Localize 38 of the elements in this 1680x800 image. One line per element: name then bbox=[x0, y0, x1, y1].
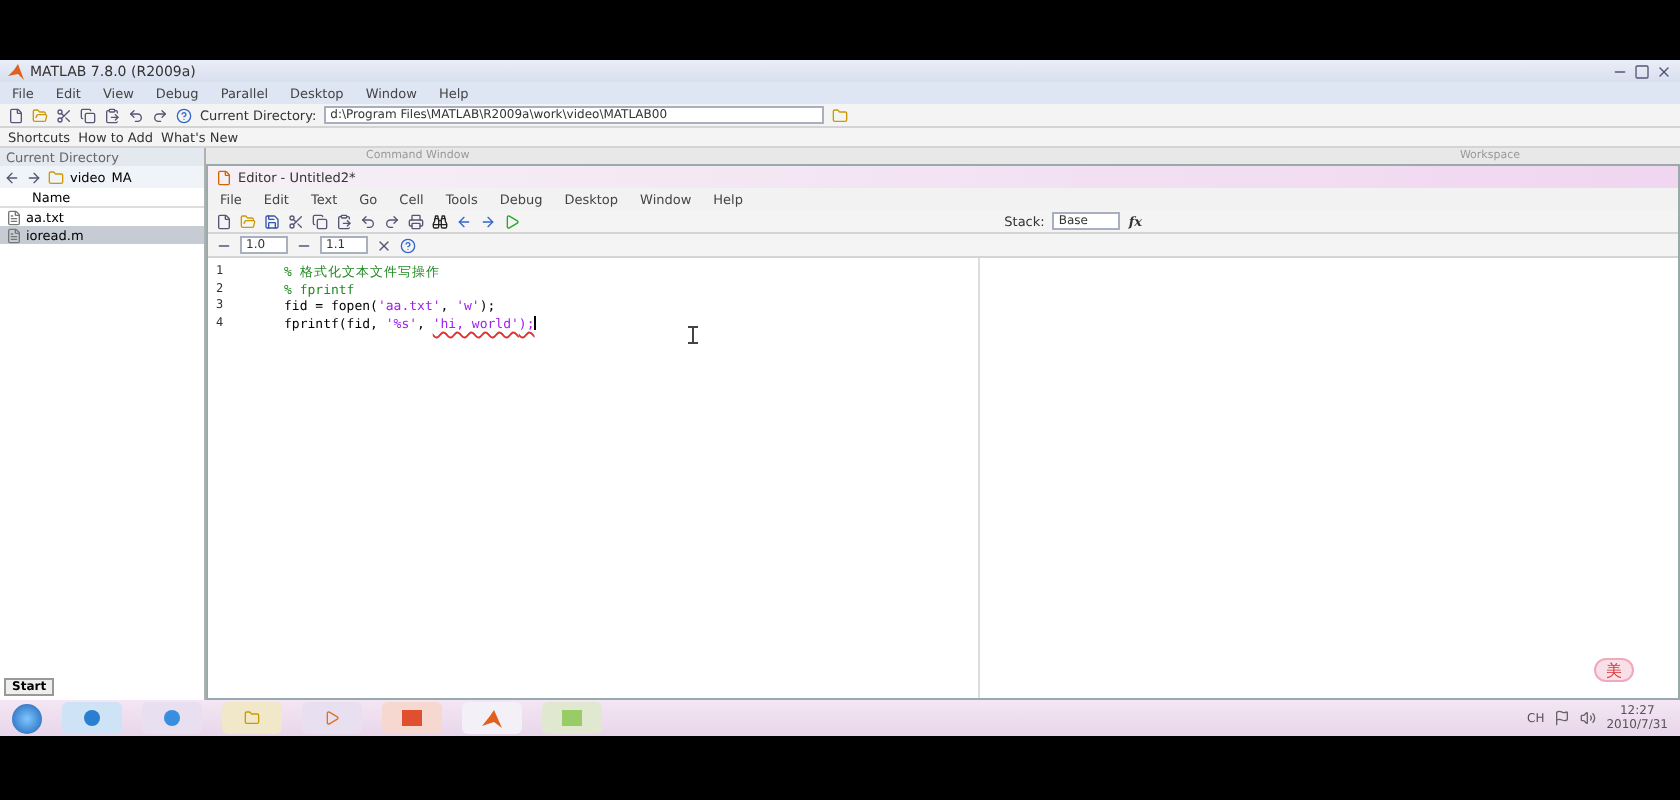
cut-icon[interactable] bbox=[56, 107, 72, 123]
copy-icon[interactable] bbox=[80, 107, 96, 123]
taskbar-app-icon[interactable] bbox=[142, 702, 202, 734]
back-icon[interactable] bbox=[456, 213, 472, 229]
save-icon[interactable] bbox=[264, 213, 280, 229]
help-icon[interactable] bbox=[176, 107, 192, 123]
folder-icon bbox=[244, 710, 260, 726]
back-icon[interactable] bbox=[4, 169, 20, 185]
run-icon[interactable] bbox=[504, 213, 520, 229]
redo-icon[interactable] bbox=[384, 213, 400, 229]
help-icon[interactable] bbox=[400, 237, 416, 253]
taskbar-app-icon[interactable] bbox=[382, 702, 442, 734]
play-icon bbox=[324, 710, 340, 726]
paste-icon[interactable] bbox=[336, 213, 352, 229]
editor-icon bbox=[216, 169, 232, 185]
close-icon[interactable] bbox=[1656, 63, 1672, 79]
maximize-icon[interactable] bbox=[1634, 63, 1650, 79]
print-icon[interactable] bbox=[408, 213, 424, 229]
new-file-icon[interactable] bbox=[216, 213, 232, 229]
multiply-icon[interactable] bbox=[376, 237, 392, 253]
taskbar-matlab-icon[interactable] bbox=[462, 702, 522, 734]
undo-icon[interactable] bbox=[128, 107, 144, 123]
undo-icon[interactable] bbox=[360, 213, 376, 229]
new-file-icon[interactable] bbox=[8, 107, 24, 123]
start-orb-icon[interactable] bbox=[12, 703, 42, 733]
forward-icon[interactable] bbox=[26, 169, 42, 185]
cut-icon[interactable] bbox=[288, 213, 304, 229]
flag-icon[interactable] bbox=[1554, 710, 1571, 726]
copy-icon[interactable] bbox=[312, 213, 328, 229]
binoculars-icon[interactable] bbox=[432, 213, 448, 229]
ime-toolbar[interactable]: 美 bbox=[1594, 658, 1634, 682]
redo-icon[interactable] bbox=[152, 107, 168, 123]
text-cursor bbox=[534, 316, 537, 331]
taskbar-app-icon[interactable] bbox=[62, 702, 122, 734]
volume-icon[interactable] bbox=[1580, 710, 1597, 726]
paste-icon[interactable] bbox=[104, 107, 120, 123]
i-beam-cursor-icon bbox=[688, 326, 698, 344]
forward-icon[interactable] bbox=[480, 213, 496, 229]
